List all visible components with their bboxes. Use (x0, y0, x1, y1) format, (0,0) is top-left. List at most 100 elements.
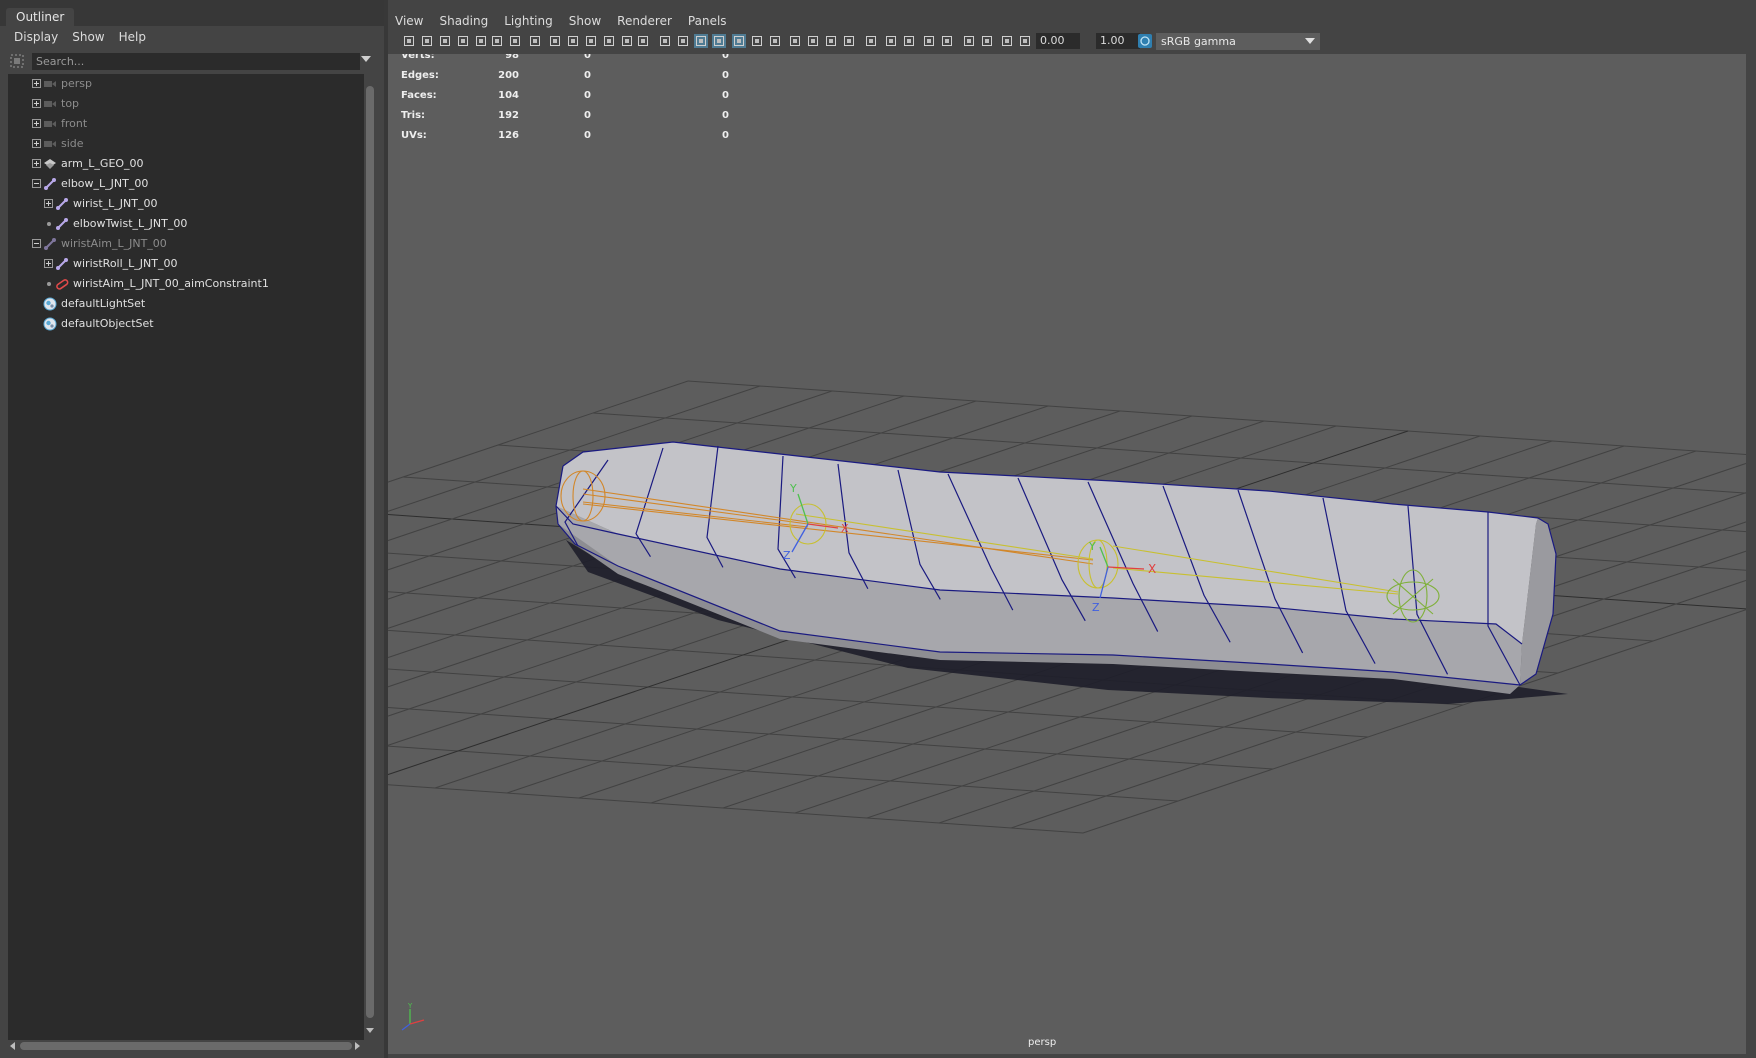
toolbar-tool-icon[interactable] (1000, 34, 1014, 48)
toolbar-tool-icon[interactable] (620, 34, 634, 48)
gamma-field[interactable]: 1.00 (1096, 33, 1140, 49)
toolbar-tool-icon[interactable] (940, 34, 954, 48)
color-management-icon[interactable] (1138, 34, 1152, 48)
scroll-right-arrow-icon[interactable] (355, 1042, 360, 1050)
toolbar-tool-icon[interactable] (694, 34, 708, 48)
toolbar-tool-icon[interactable] (602, 34, 616, 48)
hud-row: Tris: 192 0 0 (401, 110, 729, 130)
hud-v1: 200 (498, 70, 519, 81)
toolbar-tool-icon[interactable] (584, 34, 598, 48)
scroll-left-arrow-icon[interactable] (10, 1042, 15, 1050)
search-options-chevron-down-icon[interactable] (361, 56, 371, 62)
toolbar-tool-icon[interactable] (750, 34, 764, 48)
toolbar-tool-icon[interactable] (864, 34, 878, 48)
outliner-node[interactable]: defaultLightSet (8, 294, 364, 314)
outliner-node[interactable]: wiristRoll_L_JNT_00 (8, 254, 364, 274)
outliner-vertical-scrollbar[interactable] (364, 74, 376, 1044)
menu-help[interactable]: Help (112, 26, 153, 48)
menu-show-viewport[interactable]: Show (561, 12, 609, 30)
toolbar-tool-icon[interactable] (402, 34, 416, 48)
exposure-field[interactable]: 0.00 (1036, 33, 1080, 49)
menu-shading[interactable]: Shading (431, 12, 496, 30)
toolbar-tool-icon[interactable] (962, 34, 976, 48)
outliner-node-label: defaultObjectSet (61, 317, 154, 330)
outliner-node[interactable]: elbow_L_JNT_00 (8, 174, 364, 194)
toolbar-tool-icon[interactable] (902, 34, 916, 48)
collapse-minus-icon[interactable] (32, 239, 41, 248)
horizontal-scroll-thumb[interactable] (20, 1042, 352, 1050)
toolbar-tool-icon[interactable] (548, 34, 562, 48)
expand-plus-icon[interactable] (32, 139, 41, 148)
outliner-node-label: front (61, 117, 88, 130)
outliner-node[interactable]: arm_L_GEO_00 (8, 154, 364, 174)
menu-show[interactable]: Show (65, 26, 111, 48)
color-space-dropdown[interactable]: sRGB gamma (1156, 33, 1320, 50)
outliner-node[interactable]: wiristAim_L_JNT_00_aimConstraint1 (8, 274, 364, 294)
outliner-tab[interactable]: Outliner (6, 8, 75, 26)
outliner-node[interactable]: side (8, 134, 364, 154)
hud-v3: 0 (722, 90, 729, 101)
toolbar-tool-icon[interactable] (420, 34, 434, 48)
toolbar-tool-icon[interactable] (1018, 34, 1032, 48)
menu-display[interactable]: Display (0, 26, 65, 48)
toolbar-tool-icon[interactable] (456, 34, 470, 48)
grid-line (388, 784, 1084, 834)
toolbar-tool-icon[interactable] (658, 34, 672, 48)
outliner-node[interactable]: wiristAim_L_JNT_00 (8, 234, 364, 254)
twist-y-label: Y (789, 482, 797, 495)
camera-icon (44, 141, 56, 147)
arm-geo-mesh[interactable] (555, 441, 1557, 694)
expand-plus-icon[interactable] (32, 159, 41, 168)
toolbar-tool-icon[interactable] (636, 34, 650, 48)
twist-z-label: Z (783, 549, 791, 562)
leaf-bullet-icon (47, 282, 51, 286)
toolbar-tool-icon[interactable] (474, 34, 488, 48)
outliner-horizontal-scrollbar[interactable] (8, 1040, 364, 1052)
menu-view[interactable]: View (388, 12, 431, 30)
toolbar-tool-icon[interactable] (528, 34, 542, 48)
search-input[interactable] (32, 53, 360, 70)
outliner-node[interactable]: front (8, 114, 364, 134)
toolbar-tool-icon[interactable] (732, 34, 746, 48)
joint-icon (44, 238, 56, 250)
toolbar-tool-icon[interactable] (806, 34, 820, 48)
toolbar-tool-icon[interactable] (712, 34, 726, 48)
hud-v1: 98 (505, 54, 519, 61)
expand-plus-icon[interactable] (32, 119, 41, 128)
expand-plus-icon[interactable] (44, 259, 53, 268)
toolbar-tool-icon[interactable] (824, 34, 838, 48)
vertical-scroll-thumb[interactable] (366, 86, 374, 1018)
toolbar-tool-icon[interactable] (788, 34, 802, 48)
expand-plus-icon[interactable] (32, 99, 41, 108)
collapse-minus-icon[interactable] (32, 179, 41, 188)
outliner-node[interactable]: wirist_L_JNT_00 (8, 194, 364, 214)
toolbar-tool-icon[interactable] (768, 34, 782, 48)
toolbar-tool-icon[interactable] (842, 34, 856, 48)
expand-plus-icon[interactable] (32, 79, 41, 88)
toolbar-tool-icon[interactable] (884, 34, 898, 48)
toolbar-tool-icon[interactable] (922, 34, 936, 48)
menu-panels[interactable]: Panels (680, 12, 735, 30)
filter-icon[interactable] (10, 54, 24, 68)
outliner-node[interactable]: top (8, 94, 364, 114)
expand-plus-icon[interactable] (44, 199, 53, 208)
scroll-down-arrow-icon[interactable] (366, 1028, 374, 1033)
hud-v1: 192 (498, 110, 519, 121)
hud-v2: 0 (584, 130, 591, 141)
outliner-node[interactable]: elbowTwist_L_JNT_00 (8, 214, 364, 234)
menu-lighting[interactable]: Lighting (496, 12, 561, 30)
toolbar-tool-icon[interactable] (508, 34, 522, 48)
toolbar-tool-icon[interactable] (980, 34, 994, 48)
toolbar-tool-icon[interactable] (676, 34, 690, 48)
outliner-node[interactable]: defaultObjectSet (8, 314, 364, 334)
3d-viewport[interactable]: Y X Z Y X Z Y Verts: 98 0 0 Edges: 200 0 0 Faces… (388, 54, 1746, 1054)
hud-row: Edges: 200 0 0 (401, 70, 729, 90)
scene-view[interactable]: Y X Z Y X Z Y (388, 54, 1746, 1054)
toolbar-tool-icon[interactable] (438, 34, 452, 48)
menu-renderer[interactable]: Renderer (609, 12, 680, 30)
toolbar-tool-icon[interactable] (566, 34, 580, 48)
joint-icon (56, 198, 68, 210)
outliner-node[interactable]: persp (8, 74, 364, 94)
hud-v2: 0 (584, 90, 591, 101)
toolbar-tool-icon[interactable] (490, 34, 504, 48)
